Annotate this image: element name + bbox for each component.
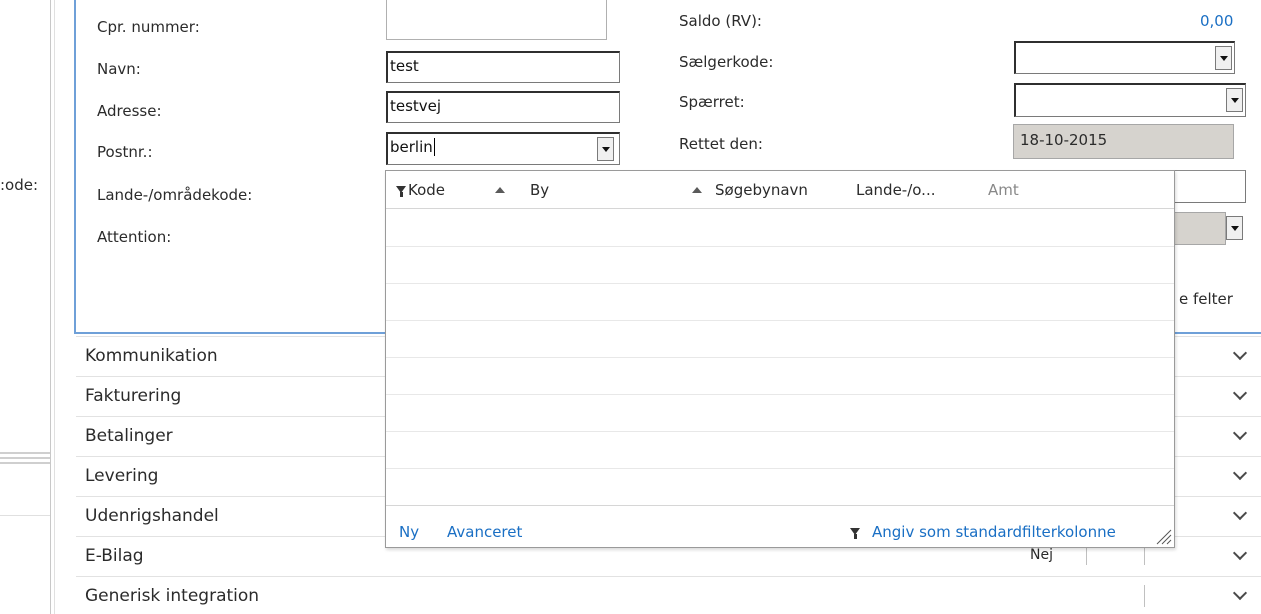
footer-divider: [386, 505, 1174, 506]
section-label: Udenrigshandel: [85, 506, 219, 526]
row-divider: [386, 468, 1174, 469]
sort-ascending-icon[interactable]: [692, 187, 702, 193]
row-divider: [386, 394, 1174, 395]
pane-divider-shadow: [54, 0, 55, 614]
cut-off-field-label: :ode:: [0, 176, 39, 194]
scroll-grip-line-2: [0, 457, 50, 459]
filter-icon[interactable]: [396, 186, 406, 197]
row-divider: [386, 246, 1174, 247]
felter-link-text[interactable]: e felter: [1179, 290, 1233, 308]
postnr-dropdown-button[interactable]: [597, 137, 614, 161]
hidden-field-1[interactable]: [1170, 170, 1246, 203]
section-label: Betalinger: [85, 426, 173, 446]
lande-label: Lande-/områdekode:: [97, 186, 253, 204]
e-bilag-value: Nej: [1030, 547, 1053, 563]
section-label: Generisk integration: [85, 586, 260, 606]
chevron-down-icon: [1232, 465, 1248, 481]
attention-label: Attention:: [97, 228, 172, 246]
spaerret-label: Spærret:: [679, 93, 745, 111]
left-divider: [0, 515, 50, 516]
saelgerkode-label: Sælgerkode:: [679, 53, 774, 71]
new-link[interactable]: Ny: [399, 523, 419, 541]
chevron-down-icon: [1232, 345, 1248, 361]
saelgerkode-dropdown-button[interactable]: [1215, 46, 1232, 70]
chevron-down-icon: [1232, 545, 1248, 561]
set-default-filter-link[interactable]: Angiv som standardfilterkolonne: [872, 523, 1116, 541]
chevron-down-icon: [1232, 425, 1248, 441]
scroll-grip-line-3: [0, 462, 50, 464]
column-soegebynavn[interactable]: Søgebynavn: [715, 181, 808, 199]
row-divider: [386, 431, 1174, 432]
postnr-lookup-popup: Kode By Søgebynavn Lande-/o... Amt Ny Av…: [385, 170, 1175, 548]
chevron-down-icon: [1219, 55, 1228, 61]
hidden-field-2: [1170, 212, 1226, 245]
rettet-label: Rettet den:: [679, 135, 763, 153]
chevron-down-icon: [1232, 505, 1248, 521]
postnr-value: berlin: [390, 138, 433, 156]
column-lande[interactable]: Lande-/o...: [856, 181, 936, 199]
column-amt[interactable]: Amt: [988, 181, 1019, 199]
postnr-label: Postnr.:: [97, 143, 153, 161]
column-divider: [1144, 585, 1145, 607]
saelgerkode-select[interactable]: [1014, 41, 1235, 74]
cpr-label: Cpr. nummer:: [97, 18, 200, 36]
scroll-grip-line-1: [0, 452, 50, 454]
advanced-link[interactable]: Avanceret: [447, 523, 522, 541]
chevron-down-icon: [1232, 385, 1248, 401]
adresse-label: Adresse:: [97, 102, 162, 120]
lookup-header: Kode By Søgebynavn Lande-/o... Amt: [386, 171, 1174, 209]
rettet-value: 18-10-2015: [1013, 124, 1234, 159]
row-divider: [386, 283, 1174, 284]
row-divider: [386, 357, 1174, 358]
resize-grip-icon[interactable]: [1154, 527, 1172, 545]
sort-ascending-icon[interactable]: [495, 187, 505, 193]
column-kode[interactable]: Kode: [408, 181, 445, 199]
cpr-input[interactable]: [386, 0, 607, 40]
text-caret: [433, 138, 435, 156]
row-divider: [386, 320, 1174, 321]
postnr-input[interactable]: berlin: [386, 132, 620, 165]
navn-label: Navn:: [97, 60, 141, 78]
column-by[interactable]: By: [530, 181, 549, 199]
section-label: Levering: [85, 466, 159, 486]
chevron-down-icon: [1230, 97, 1239, 103]
filter-icon: [850, 528, 860, 539]
chevron-down-icon: [1232, 585, 1248, 601]
section-label: Fakturering: [85, 386, 182, 406]
spaerret-select[interactable]: [1014, 83, 1246, 117]
saldo-label: Saldo (RV):: [679, 12, 762, 30]
adresse-input[interactable]: testvej: [386, 91, 620, 123]
spaerret-dropdown-button[interactable]: [1226, 88, 1243, 112]
section-label: E-Bilag: [85, 546, 144, 566]
section-generisk-integration[interactable]: Generisk integration: [76, 576, 1261, 614]
saldo-value[interactable]: 0,00: [1200, 12, 1233, 30]
hidden-field-2-dropdown-button[interactable]: [1226, 216, 1243, 240]
chevron-down-icon: [1230, 225, 1239, 231]
section-label: Kommunikation: [85, 346, 218, 366]
chevron-down-icon: [601, 146, 610, 152]
navn-input[interactable]: test: [386, 51, 620, 83]
pane-divider: [50, 0, 51, 614]
